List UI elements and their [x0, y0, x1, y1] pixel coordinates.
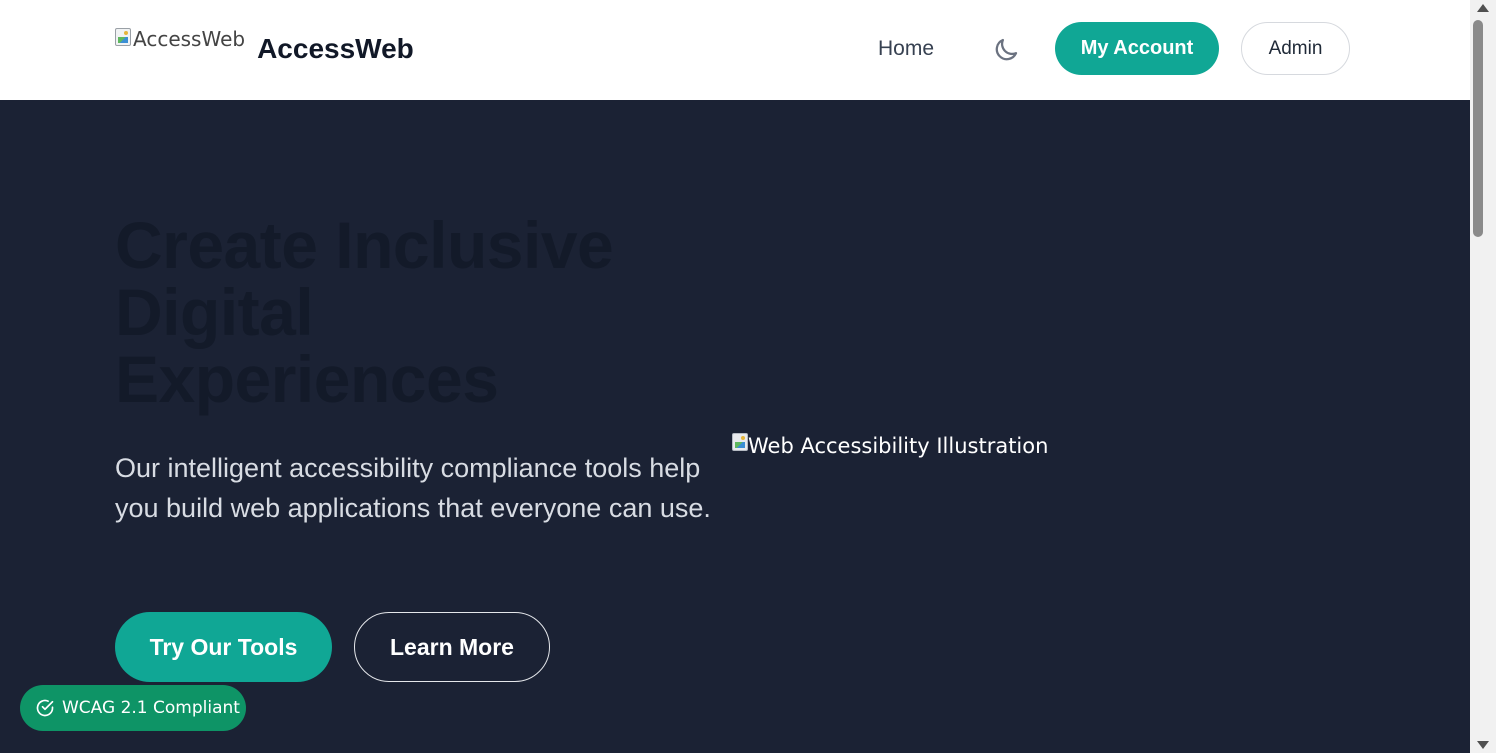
learn-more-button[interactable]: Learn More	[354, 612, 550, 682]
scrollbar-thumb[interactable]	[1473, 20, 1483, 237]
admin-button[interactable]: Admin	[1241, 22, 1350, 75]
nav-link-home[interactable]: Home	[878, 34, 934, 64]
logo-alt-text: AccessWeb	[133, 27, 246, 51]
brand-name: AccessWeb	[257, 33, 414, 64]
theme-toggle-button[interactable]	[991, 35, 1021, 65]
illustration-alt-text: Web Accessibility Illustration	[748, 434, 1049, 458]
page: AccessWeb AccessWeb Home My Account Admi…	[0, 0, 1496, 753]
try-our-tools-button[interactable]: Try Our Tools	[115, 612, 332, 682]
site-header: AccessWeb AccessWeb Home My Account Admi…	[0, 0, 1470, 100]
wcag-compliance-badge[interactable]: WCAG 2.1 Compliant	[20, 685, 246, 731]
hero-section: Create Inclusive Digital Experiences Our…	[0, 100, 1470, 753]
my-account-button[interactable]: My Account	[1055, 22, 1219, 75]
hero-title-line: Create Inclusive	[115, 208, 614, 282]
check-circle-icon	[36, 699, 54, 717]
brand[interactable]: AccessWeb AccessWeb	[115, 27, 414, 66]
vertical-scrollbar[interactable]	[1470, 0, 1496, 753]
hero-title-line: Experiences	[115, 342, 499, 416]
broken-image-icon	[732, 433, 748, 451]
scroll-down-arrow-icon[interactable]	[1477, 741, 1489, 749]
scroll-up-arrow-icon[interactable]	[1477, 4, 1489, 12]
hero-title: Create Inclusive Digital Experiences	[115, 212, 735, 413]
hero-title-line: Digital	[115, 275, 314, 349]
hero-description: Our intelligent accessibility compliance…	[115, 453, 711, 523]
logo-image: AccessWeb	[115, 27, 245, 51]
badge-label: WCAG 2.1 Compliant	[62, 698, 240, 718]
broken-image-icon	[115, 28, 131, 46]
hero-illustration: Web Accessibility Illustration	[732, 431, 1048, 461]
moon-icon	[995, 38, 1018, 61]
